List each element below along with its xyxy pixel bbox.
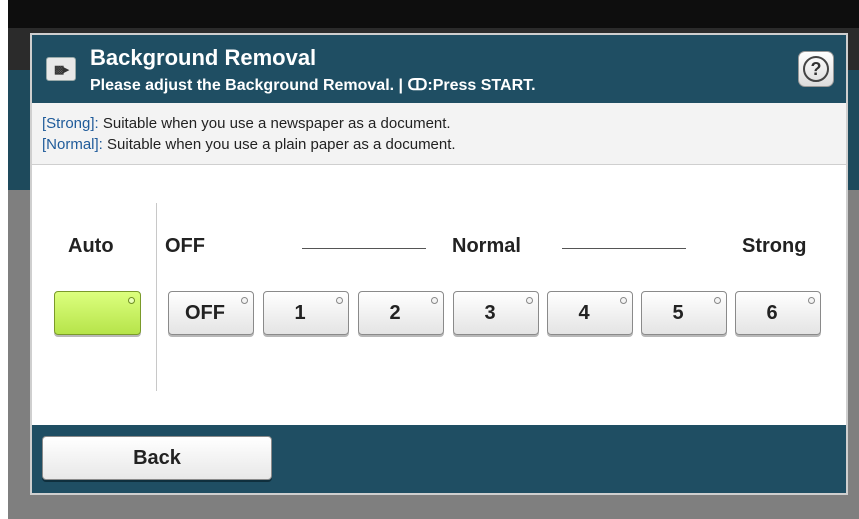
indicator-led-icon bbox=[241, 297, 248, 304]
info-tag-strong: [Strong]: bbox=[42, 115, 99, 132]
background-removal-dialog: ▩▸ Background Removal Please adjust the … bbox=[30, 33, 848, 495]
info-text-strong: Suitable when you use a newspaper as a d… bbox=[98, 115, 451, 132]
auto-label: Auto bbox=[68, 235, 114, 257]
level-3-label: 3 bbox=[484, 301, 496, 324]
info-tag-normal: [Normal]: bbox=[42, 136, 103, 153]
info-line-normal: [Normal]: Suitable when you use a plain … bbox=[42, 136, 456, 153]
vertical-divider bbox=[156, 203, 157, 391]
scale-line-left bbox=[302, 248, 426, 249]
scale-off-label: OFF bbox=[165, 235, 205, 257]
scale-line-right bbox=[562, 248, 686, 249]
level-6-label: 6 bbox=[766, 301, 778, 324]
background-band-top bbox=[8, 0, 859, 28]
back-button[interactable]: Back bbox=[42, 436, 272, 480]
dialog-title: Background Removal bbox=[90, 45, 317, 70]
help-button[interactable]: ? bbox=[798, 51, 834, 87]
indicator-led-icon bbox=[336, 297, 343, 304]
level-off-button[interactable]: OFF bbox=[168, 291, 254, 335]
info-area: [Strong]: Suitable when you use a newspa… bbox=[32, 103, 846, 165]
indicator-led-icon bbox=[431, 297, 438, 304]
level-5-label: 5 bbox=[672, 301, 684, 324]
indicator-led-icon bbox=[620, 297, 627, 304]
level-1-button[interactable]: 1 bbox=[263, 291, 349, 335]
scale-strong-label: Strong bbox=[742, 235, 807, 257]
level-2-button[interactable]: 2 bbox=[358, 291, 444, 335]
info-text-normal: Suitable when you use a plain paper as a… bbox=[102, 136, 456, 153]
level-2-label: 2 bbox=[389, 301, 401, 324]
level-3-button[interactable]: 3 bbox=[453, 291, 539, 335]
indicator-led-icon bbox=[526, 297, 533, 304]
question-mark-icon: ? bbox=[803, 56, 829, 82]
info-line-strong: [Strong]: Suitable when you use a newspa… bbox=[42, 115, 451, 132]
scale-normal-label: Normal bbox=[452, 235, 521, 257]
title-bar: ▩▸ Background Removal Please adjust the … bbox=[32, 35, 846, 103]
indicator-led-icon bbox=[128, 297, 135, 304]
indicator-led-icon bbox=[714, 297, 721, 304]
auto-button[interactable] bbox=[54, 291, 141, 335]
level-1-label: 1 bbox=[294, 301, 306, 324]
indicator-led-icon bbox=[808, 297, 815, 304]
level-off-label: OFF bbox=[185, 301, 225, 324]
level-4-button[interactable]: 4 bbox=[547, 291, 633, 335]
level-4-label: 4 bbox=[578, 301, 590, 324]
bottom-bar: Back bbox=[32, 425, 846, 493]
level-5-button[interactable]: 5 bbox=[641, 291, 727, 335]
dialog-subtitle: Please adjust the Background Removal. | … bbox=[90, 77, 536, 94]
level-6-button[interactable]: 6 bbox=[735, 291, 821, 335]
scan-document-icon: ▩▸ bbox=[46, 57, 76, 81]
